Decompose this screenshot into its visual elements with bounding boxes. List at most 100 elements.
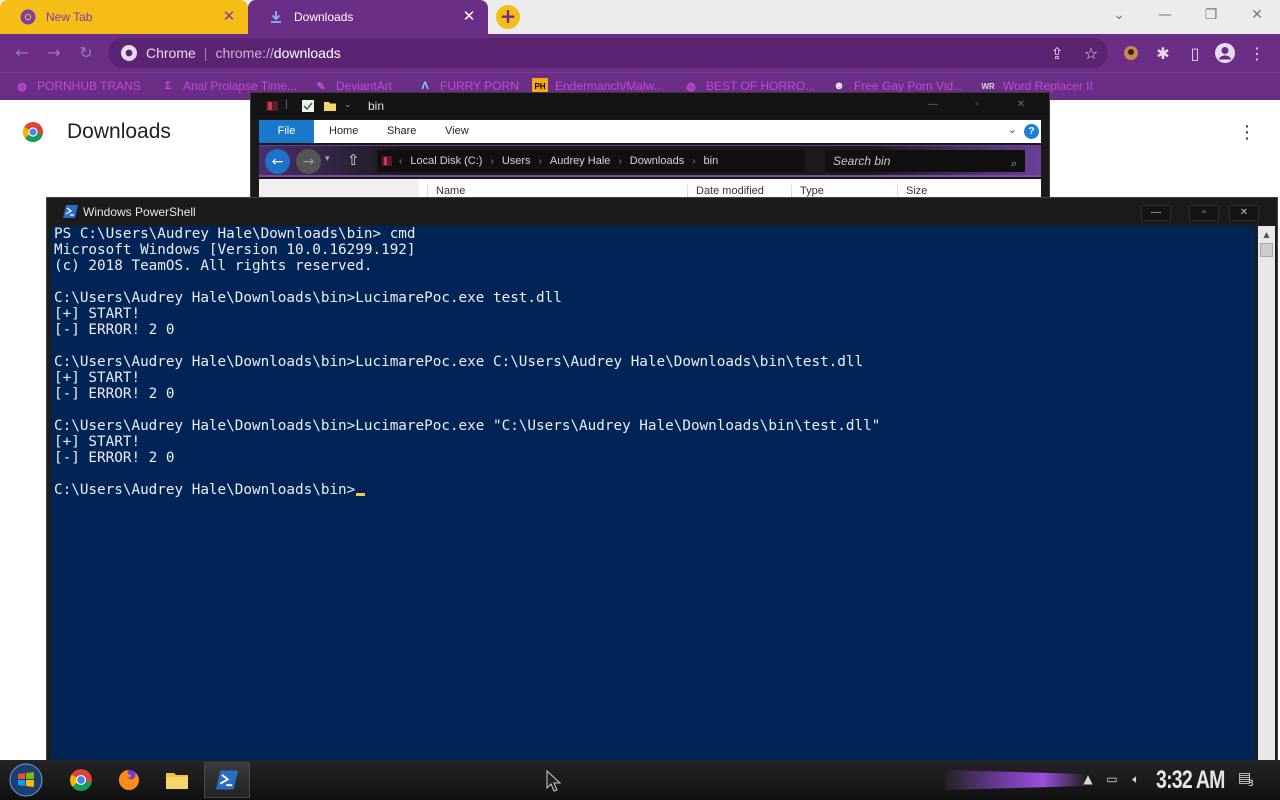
ribbon-tab-file[interactable]: File bbox=[259, 120, 314, 143]
maximize-icon[interactable]: ▫ bbox=[1189, 205, 1219, 221]
drive-icon bbox=[382, 156, 392, 166]
volume-muted-icon[interactable]: 🔈︎ bbox=[1128, 771, 1144, 787]
back-arrow-icon[interactable]: ← bbox=[265, 149, 290, 174]
ribbon-tab-share[interactable]: Share bbox=[387, 125, 416, 137]
explorer-title: bin bbox=[368, 99, 385, 113]
minimize-icon[interactable]: — bbox=[913, 98, 953, 112]
chevron-right-icon: › bbox=[692, 155, 696, 167]
breadcrumb-item[interactable]: bin bbox=[704, 155, 719, 167]
console-line: [-] ERROR! 2 0 bbox=[54, 322, 175, 338]
search-input[interactable]: Search bin ⌕ bbox=[825, 150, 1025, 172]
console-line: C:\Users\Audrey Hale\Downloads\bin>Lucim… bbox=[54, 290, 562, 306]
puzzle-icon[interactable]: ✱ bbox=[1152, 42, 1174, 64]
browser-toolbar: ← → ↻ Chrome | chrome://downloads ⇪ ☆ ✱ … bbox=[0, 34, 1280, 72]
bookmark-label: FURRY PORN bbox=[440, 79, 519, 93]
search-icon[interactable]: ⌕ bbox=[1011, 153, 1017, 175]
tab-downloads[interactable]: Downloads ✕ bbox=[248, 0, 488, 34]
divider: | bbox=[285, 99, 288, 110]
recent-locations-icon[interactable]: ▾ bbox=[325, 154, 330, 164]
console-line: C:\Users\Audrey Hale\Downloads\bin>Lucim… bbox=[54, 418, 881, 434]
breadcrumb-item[interactable]: Audrey Hale bbox=[550, 155, 611, 167]
console-output[interactable]: PS C:\Users\Audrey Hale\Downloads\bin> c… bbox=[51, 226, 1255, 760]
console-line: [+] START! bbox=[54, 306, 141, 322]
kebab-menu-icon[interactable]: ⋮ bbox=[1246, 42, 1268, 64]
powershell-window: Windows PowerShell — ▫ ✕ PS C:\Users\Aud… bbox=[46, 197, 1278, 763]
vertical-scrollbar[interactable]: ▲ bbox=[1258, 226, 1275, 760]
bookmark-label: PORNHUB TRANS bbox=[37, 79, 141, 93]
forward-icon[interactable]: → bbox=[44, 43, 64, 63]
maximize-icon[interactable]: ▫ bbox=[957, 98, 997, 112]
tab-search-icon[interactable]: ⌄ bbox=[1104, 4, 1134, 26]
network-icon[interactable]: ▭ bbox=[1104, 771, 1120, 787]
breadcrumb-item[interactable]: Users bbox=[502, 155, 531, 167]
more-options-icon[interactable]: ⋮ bbox=[1238, 121, 1256, 145]
console-line: [+] START! bbox=[54, 370, 141, 386]
reload-icon[interactable]: ↻ bbox=[76, 43, 96, 63]
powershell-titlebar: Windows PowerShell — ▫ ✕ bbox=[47, 198, 1277, 226]
mouse-cursor-icon bbox=[546, 770, 562, 792]
breadcrumb-item[interactable]: Local Disk (C:) bbox=[410, 155, 482, 167]
prompt-line[interactable]: C:\Users\Audrey Hale\Downloads\bin> bbox=[54, 482, 1255, 498]
close-window-icon[interactable]: ✕ bbox=[1242, 4, 1272, 26]
back-icon[interactable]: ← bbox=[12, 43, 32, 63]
bookmark-label: Endermanch/Malw... bbox=[555, 79, 664, 93]
restore-icon[interactable]: ❐ bbox=[1196, 4, 1226, 26]
minimize-icon[interactable]: — bbox=[1141, 205, 1171, 221]
bookmark-label: BEST OF HORRO... bbox=[706, 79, 816, 93]
forward-arrow-icon[interactable]: → bbox=[296, 149, 321, 174]
close-icon[interactable]: ✕ bbox=[1229, 205, 1259, 221]
taskbar-powershell-icon[interactable] bbox=[204, 762, 250, 798]
ribbon-tab-view[interactable]: View bbox=[445, 125, 469, 137]
close-icon[interactable]: ✕ bbox=[460, 8, 478, 26]
action-center-icon[interactable]: ▤ 3 bbox=[1238, 770, 1258, 790]
up-arrow-icon[interactable]: ⇧ bbox=[347, 151, 360, 169]
profile-icon[interactable] bbox=[1214, 42, 1236, 64]
taskbar-chrome-icon[interactable] bbox=[58, 762, 104, 798]
bookmark-label: DeviantArt bbox=[336, 79, 393, 93]
scroll-up-icon[interactable]: ▲ bbox=[1258, 226, 1275, 243]
taskbar-file-explorer-icon[interactable] bbox=[154, 762, 200, 798]
sidepanel-icon[interactable]: ▯ bbox=[1184, 42, 1206, 64]
ribbon-tab-home[interactable]: Home bbox=[329, 125, 358, 137]
tab-strip: New Tab ✕ Downloads ✕ + ⌄ — ❐ ✕ bbox=[0, 0, 1280, 34]
new-tab-button[interactable]: + bbox=[496, 5, 520, 29]
bookmark-icon: Σ bbox=[164, 80, 172, 92]
bookmark-label: Free Gay Porn Vid... bbox=[854, 79, 964, 93]
explorer-address-bar: ← → ▾ ⇧ ‹ Local Disk (C:) › Users › Audr… bbox=[259, 145, 1041, 177]
new-folder-icon[interactable] bbox=[323, 99, 337, 113]
text-cursor bbox=[356, 493, 366, 496]
close-icon[interactable]: ✕ bbox=[1001, 98, 1041, 112]
extension-avatar-icon[interactable] bbox=[1120, 42, 1142, 64]
help-icon[interactable]: ? bbox=[1024, 124, 1039, 139]
bookmark-label: Word Replacer II bbox=[1003, 79, 1093, 93]
address-bar[interactable]: Chrome | chrome://downloads bbox=[108, 38, 1108, 68]
chevron-right-icon: › bbox=[490, 155, 494, 167]
start-button-icon[interactable] bbox=[8, 762, 44, 798]
close-icon[interactable]: ✕ bbox=[220, 8, 238, 26]
scroll-thumb[interactable] bbox=[1260, 243, 1273, 257]
download-icon bbox=[268, 9, 284, 25]
console-line: [-] ERROR! 2 0 bbox=[54, 386, 175, 402]
tab-new-tab[interactable]: New Tab ✕ bbox=[0, 0, 248, 34]
show-hidden-icons-icon[interactable]: ▲ bbox=[1080, 771, 1096, 787]
file-explorer-window: | ⌄ bin — ▫ ✕ File Home Share View ⌄ ? ←… bbox=[250, 92, 1050, 202]
tab-label: New Tab bbox=[46, 10, 93, 24]
chevron-right-icon: ‹ bbox=[399, 155, 403, 167]
minimize-icon[interactable]: — bbox=[1150, 4, 1180, 26]
properties-icon[interactable] bbox=[301, 99, 315, 113]
share-icon[interactable]: ⇪ bbox=[1046, 42, 1068, 64]
chevron-down-icon[interactable]: ⌄ bbox=[344, 99, 358, 113]
breadcrumb[interactable]: ‹ Local Disk (C:) › Users › Audrey Hale … bbox=[377, 150, 805, 172]
chevron-down-icon[interactable]: ⌄ bbox=[1008, 123, 1017, 136]
origin-chip: Chrome bbox=[146, 45, 196, 61]
star-icon[interactable]: ☆ bbox=[1080, 42, 1102, 64]
breadcrumb-item[interactable]: Downloads bbox=[630, 155, 684, 167]
chevron-right-icon: › bbox=[618, 155, 622, 167]
globe-icon: ◍ bbox=[17, 80, 27, 93]
bookmark-item[interactable]: ◍ PORNHUB TRANS bbox=[14, 78, 141, 94]
window-title: Windows PowerShell bbox=[83, 205, 196, 219]
taskbar-clock[interactable]: 3:32 AM bbox=[1156, 766, 1225, 795]
taskbar-firefox-icon[interactable] bbox=[106, 762, 152, 798]
chrome-logo-icon bbox=[22, 122, 43, 143]
